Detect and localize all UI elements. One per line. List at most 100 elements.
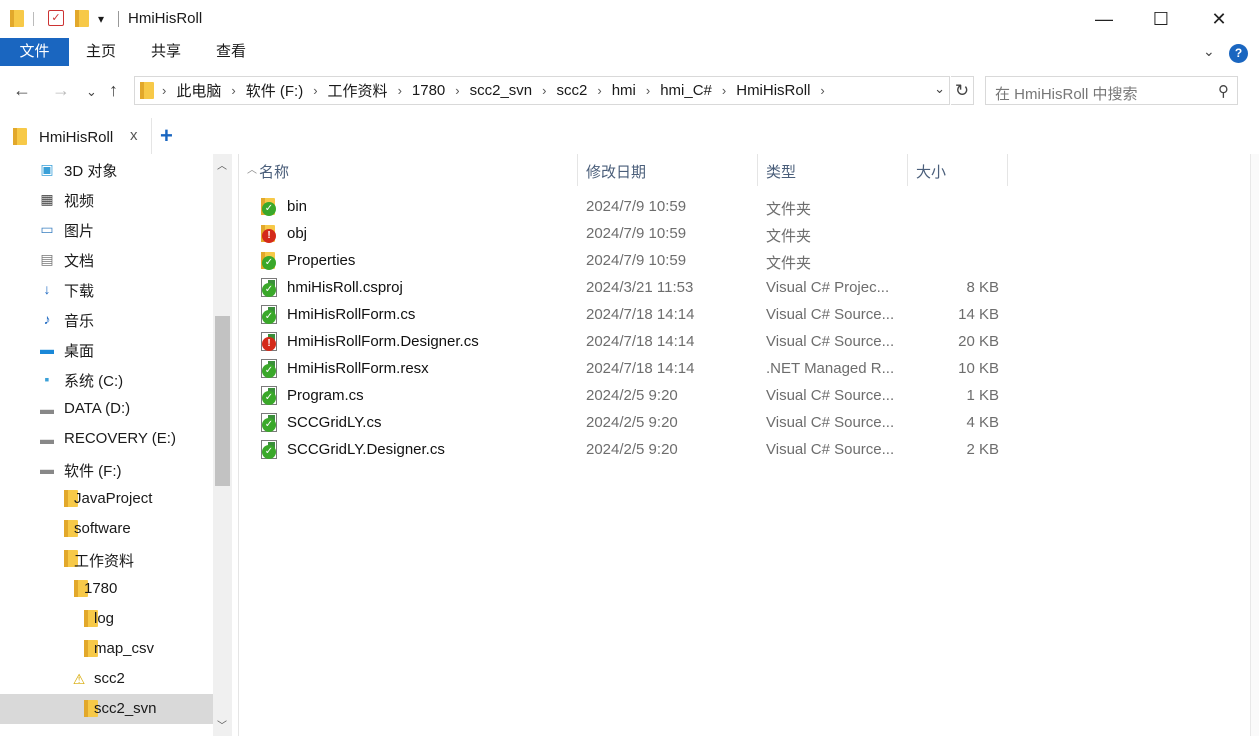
- search-box[interactable]: 在 HmiHisRoll 中搜索 ⚲: [985, 76, 1238, 105]
- sidebar-item[interactable]: JavaProject: [0, 484, 213, 514]
- file-name: HmiHisRollForm.cs: [287, 306, 416, 323]
- breadcrumb-separator[interactable]: ›: [450, 83, 464, 98]
- address-dropdown-icon[interactable]: ⌄: [934, 81, 945, 97]
- sidebar-item[interactable]: software: [0, 514, 213, 544]
- breadcrumb-separator[interactable]: ›: [815, 83, 829, 98]
- file-list: 名称 ︿ 修改日期 类型 大小 ✓ bin 2024/7/9 10:59 文件夹! ob…: [238, 154, 1250, 736]
- breadcrumb-this-pc[interactable]: 此电脑: [171, 80, 226, 101]
- breadcrumb-hmi-csharp[interactable]: hmi_C#: [655, 82, 717, 99]
- file-row[interactable]: ✓ Properties 2024/7/9 10:59 文件夹: [239, 248, 1251, 275]
- tab-file[interactable]: 文件: [0, 38, 69, 66]
- minimize-button[interactable]: —: [1075, 0, 1133, 38]
- navigation-pane-scrollbar[interactable]: ︿ ﹀: [213, 154, 232, 736]
- search-icon[interactable]: ⚲: [1218, 82, 1229, 100]
- file-size: 8 KB: [966, 279, 999, 296]
- forward-button[interactable]: →: [52, 80, 70, 101]
- sidebar-item[interactable]: map_csv: [0, 634, 213, 664]
- sidebar-item[interactable]: ▬ DATA (D:): [0, 394, 213, 424]
- file-size: 10 KB: [958, 360, 999, 377]
- column-header-name[interactable]: 名称 ︿: [239, 154, 578, 186]
- file-name: bin: [287, 198, 308, 215]
- tab-share[interactable]: 共享: [142, 38, 190, 66]
- tab-view[interactable]: 查看: [207, 38, 255, 66]
- breadcrumb-separator[interactable]: ›: [717, 83, 731, 98]
- tab-home[interactable]: 主页: [77, 38, 125, 66]
- breadcrumb-hmihisroll[interactable]: HmiHisRoll: [731, 82, 815, 99]
- help-icon[interactable]: ?: [1229, 44, 1248, 63]
- expand-ribbon-chevron-icon[interactable]: ⌄: [1203, 43, 1215, 60]
- sidebar-item-label: 下载: [64, 283, 95, 300]
- recent-locations-button[interactable]: ⌄: [86, 84, 97, 100]
- file-name: hmiHisRoll.csproj: [287, 279, 403, 296]
- column-header-size[interactable]: 大小: [908, 154, 1008, 186]
- breadcrumb-scc2-svn[interactable]: scc2_svn: [465, 82, 538, 99]
- refresh-button[interactable]: ↻: [951, 76, 974, 105]
- breadcrumb-separator[interactable]: ›: [226, 83, 240, 98]
- file-row[interactable]: ✓ SCCGridLY.Designer.cs 2024/2/5 9:20 Visua…: [239, 437, 1251, 464]
- add-tab-icon[interactable]: +: [160, 123, 173, 149]
- close-tab-icon[interactable]: x: [130, 127, 138, 144]
- breadcrumb-drive-f[interactable]: 软件 (F:): [241, 80, 309, 101]
- sidebar-item[interactable]: scc2_svn: [0, 694, 213, 724]
- breadcrumb-hmi[interactable]: hmi: [607, 82, 641, 99]
- file-date: 2024/7/18 14:14: [586, 333, 695, 350]
- download-icon: ↓: [43, 281, 51, 297]
- scroll-down-icon[interactable]: ﹀: [217, 717, 227, 732]
- sidebar-item[interactable]: 工作资料: [0, 544, 213, 574]
- file-type: Visual C# Projec...: [766, 279, 890, 296]
- file-row[interactable]: ✓ hmiHisRoll.csproj 2024/3/21 11:53 Visual …: [239, 275, 1251, 302]
- breadcrumb-separator[interactable]: ›: [537, 83, 551, 98]
- search-input[interactable]: 在 HmiHisRoll 中搜索: [995, 83, 1138, 104]
- breadcrumb-work[interactable]: 工作资料: [323, 80, 393, 101]
- breadcrumb-scc2[interactable]: scc2: [552, 82, 593, 99]
- file-size: 4 KB: [966, 414, 999, 431]
- sidebar-item[interactable]: ♪ 音乐: [0, 304, 213, 334]
- column-header-date[interactable]: 修改日期: [578, 154, 758, 186]
- sidebar-item[interactable]: ▤ 文档: [0, 244, 213, 274]
- breadcrumb-1780[interactable]: 1780: [407, 82, 450, 99]
- file-row[interactable]: ✓ SCCGridLY.cs 2024/2/5 9:20 Visual C# Sour…: [239, 410, 1251, 437]
- file-row[interactable]: ✓ bin 2024/7/9 10:59 文件夹: [239, 194, 1251, 221]
- svn-modified-badge-icon: !: [262, 337, 276, 351]
- sidebar-item[interactable]: 1780: [0, 574, 213, 604]
- sidebar-item-label: JavaProject: [74, 490, 153, 507]
- sidebar-item[interactable]: ⚠ scc2: [0, 664, 213, 694]
- file-type: 文件夹: [766, 228, 812, 245]
- scroll-up-icon[interactable]: ︿: [217, 157, 227, 172]
- breadcrumb-separator[interactable]: ›: [157, 83, 171, 98]
- close-button[interactable]: ✕: [1190, 0, 1248, 38]
- sidebar-item[interactable]: log: [0, 604, 213, 634]
- column-header-type[interactable]: 类型: [758, 154, 908, 186]
- breadcrumb-separator[interactable]: ›: [641, 83, 655, 98]
- file-size: 20 KB: [958, 333, 999, 350]
- sidebar-item[interactable]: ▦ 视频: [0, 184, 213, 214]
- maximize-button[interactable]: ☐: [1132, 0, 1190, 38]
- back-button[interactable]: ←: [13, 80, 31, 101]
- breadcrumb-separator[interactable]: ›: [592, 83, 606, 98]
- customize-toolbar-icon[interactable]: ▾: [98, 12, 104, 30]
- address-bar[interactable]: › 此电脑 › 软件 (F:) › 工作资料 › 1780 › scc2_svn…: [134, 76, 950, 105]
- breadcrumb-separator[interactable]: ›: [308, 83, 322, 98]
- new-folder-icon[interactable]: [75, 10, 89, 27]
- sidebar-item[interactable]: ▬ 软件 (F:): [0, 454, 213, 484]
- scrollbar-thumb[interactable]: [215, 316, 230, 486]
- file-type: Visual C# Source...: [766, 441, 895, 458]
- file-row[interactable]: ✓ HmiHisRollForm.resx 2024/7/18 14:14 .NET …: [239, 356, 1251, 383]
- sidebar-item[interactable]: ▣ 3D 对象: [0, 154, 213, 184]
- sidebar-item[interactable]: ↓ 下载: [0, 274, 213, 304]
- properties-icon[interactable]: ✓: [48, 10, 64, 26]
- file-row[interactable]: ✓ Program.cs 2024/2/5 9:20 Visual C# Source…: [239, 383, 1251, 410]
- folder-tab[interactable]: HmiHisRoll x: [0, 118, 152, 154]
- file-type: Visual C# Source...: [766, 414, 895, 431]
- file-row[interactable]: ! obj 2024/7/9 10:59 文件夹: [239, 221, 1251, 248]
- sidebar-item[interactable]: ▪ 系统 (C:): [0, 364, 213, 394]
- sidebar-item[interactable]: ▬ 桌面: [0, 334, 213, 364]
- breadcrumb-separator[interactable]: ›: [393, 83, 407, 98]
- sidebar-item[interactable]: ▬ RECOVERY (E:): [0, 424, 213, 454]
- file-row[interactable]: ✓ HmiHisRollForm.cs 2024/7/18 14:14 Visual …: [239, 302, 1251, 329]
- up-button[interactable]: ↑: [109, 80, 118, 101]
- svn-normal-badge-icon: ✓: [262, 391, 276, 405]
- sidebar-item[interactable]: ▭ 图片: [0, 214, 213, 244]
- file-row[interactable]: ! HmiHisRollForm.Designer.cs 2024/7/18 14:…: [239, 329, 1251, 356]
- cube-3d-icon: ▣: [40, 161, 54, 177]
